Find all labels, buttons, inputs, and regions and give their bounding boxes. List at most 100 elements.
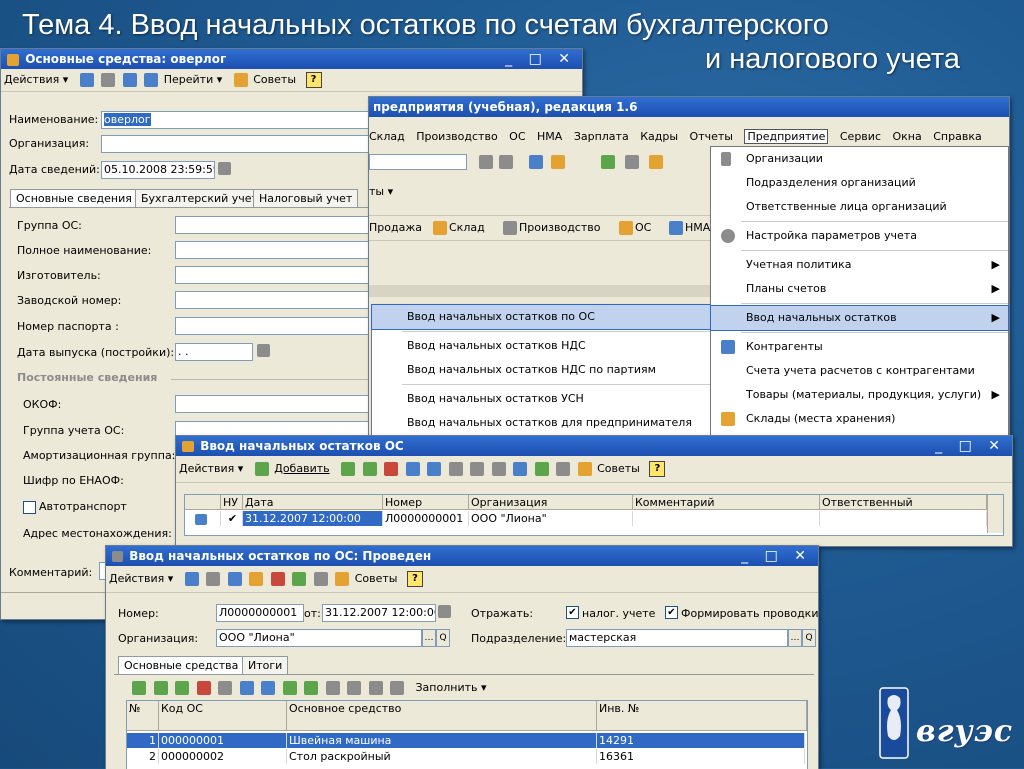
- window-controls[interactable]: _ □ ✕: [741, 546, 812, 566]
- dropdown-item-warehouses[interactable]: Склады (места хранения): [711, 407, 1008, 431]
- number-field[interactable]: Л0000000001: [216, 604, 304, 622]
- main-titlebar[interactable]: предприятия (учебная), редакция 1.6: [369, 97, 1009, 117]
- toolbar-icon[interactable]: [601, 155, 615, 169]
- search-icon[interactable]: Q: [802, 629, 816, 647]
- add-row-icon[interactable]: [132, 681, 146, 695]
- copy-row-icon[interactable]: [153, 681, 168, 695]
- filter-icon[interactable]: [448, 462, 463, 476]
- menu-os[interactable]: ОС: [509, 130, 525, 143]
- move-up-icon[interactable]: [239, 681, 254, 695]
- scrollbar[interactable]: [987, 495, 1003, 533]
- edit-row-icon[interactable]: [175, 681, 189, 695]
- toolbar-icon[interactable]: [479, 155, 493, 169]
- toolbar-icon[interactable]: [529, 155, 543, 169]
- menu-service[interactable]: Сервис: [840, 130, 881, 143]
- tab-tax[interactable]: Налоговый учет: [253, 189, 359, 207]
- sort-asc-icon[interactable]: [282, 681, 297, 695]
- fixed-asset-titlebar[interactable]: Основные средства: оверлог _ □ ✕: [1, 49, 582, 69]
- filter-clear-icon[interactable]: [390, 681, 404, 695]
- column-header-asset[interactable]: Основное средство: [287, 701, 597, 731]
- balances-list-titlebar[interactable]: Ввод начальных остатков ОС _ □ ✕: [176, 436, 1012, 456]
- delete-row-icon[interactable]: [196, 681, 211, 695]
- column-header-icon[interactable]: [185, 495, 221, 510]
- tb2-sales[interactable]: Продажа: [369, 216, 422, 240]
- dropdown-item-settings[interactable]: Настройка параметров учета: [711, 224, 1008, 248]
- arrow-icon[interactable]: [79, 73, 94, 87]
- tips-button[interactable]: Советы: [355, 566, 398, 592]
- delete-icon[interactable]: [384, 462, 399, 476]
- report-icon[interactable]: [556, 462, 571, 476]
- table-row[interactable]: 1 000000001 Швейная машина 14291: [127, 733, 805, 748]
- from-field[interactable]: 31.12.2007 12:00:00: [322, 604, 436, 622]
- column-header-comment[interactable]: Комментарий: [633, 495, 820, 510]
- dept-field[interactable]: мастерская: [566, 629, 788, 647]
- dropdown-item-organizations[interactable]: Организации: [711, 147, 1008, 171]
- unpost-icon[interactable]: [270, 572, 285, 586]
- dropdown-item-charts[interactable]: Планы счетов ▶: [711, 277, 1008, 301]
- toolbar-combo[interactable]: [369, 154, 467, 170]
- dropdown-item-responsible[interactable]: Ответственные лица организаций: [711, 195, 1008, 219]
- refresh-icon[interactable]: [513, 462, 528, 476]
- calendar-icon[interactable]: [257, 344, 270, 357]
- goto-menu[interactable]: Перейти ▾: [164, 69, 223, 91]
- release-date-field[interactable]: . .: [175, 343, 253, 361]
- dropdown-item-goods[interactable]: Товары (материалы, продукция, услуги) ▶: [711, 383, 1008, 407]
- dropdown-item-departments[interactable]: Подразделения организаций: [711, 171, 1008, 195]
- menu-enterprise[interactable]: Предприятие: [744, 129, 829, 144]
- filter-icon[interactable]: [347, 681, 361, 695]
- tips-button[interactable]: Советы: [597, 456, 640, 482]
- column-header-n[interactable]: №: [127, 701, 159, 731]
- balances-document-titlebar[interactable]: Ввод начальных остатков по ОС: Проведен …: [106, 546, 818, 566]
- column-header-inv[interactable]: Инв. №: [597, 701, 807, 731]
- toolbar-icon[interactable]: [499, 155, 513, 169]
- help-icon[interactable]: ?: [407, 571, 423, 587]
- edit-icon[interactable]: [362, 462, 377, 476]
- movements-icon[interactable]: [292, 572, 307, 586]
- post-checkbox[interactable]: ✔: [665, 606, 678, 619]
- date-field[interactable]: 05.10.2008 23:59:59: [101, 161, 215, 179]
- window-controls[interactable]: _ □ ✕: [935, 436, 1006, 456]
- tab-totals[interactable]: Итоги: [242, 656, 289, 674]
- tb2-nma[interactable]: НМА: [685, 216, 710, 240]
- select-button[interactable]: …: [788, 629, 802, 647]
- submenu-item-vat-batches[interactable]: Ввод начальных остатков НДС по партиям: [372, 358, 710, 382]
- actions-menu[interactable]: Действия ▾: [179, 456, 243, 482]
- table-row[interactable]: 2 000000002 Стол раскройный 16361: [127, 749, 805, 764]
- refresh-icon[interactable]: [206, 572, 221, 586]
- filter-clear-icon[interactable]: [491, 462, 506, 476]
- report-icon[interactable]: [313, 572, 328, 586]
- copy-icon[interactable]: [341, 462, 356, 476]
- column-header-number[interactable]: Номер: [383, 495, 469, 510]
- menu-nma[interactable]: НМА: [537, 130, 562, 143]
- column-header-org[interactable]: Организация: [469, 495, 633, 510]
- menu-warehouse[interactable]: Склад: [369, 130, 405, 143]
- post-icon[interactable]: [249, 572, 264, 586]
- menu-reports[interactable]: Отчеты: [690, 130, 733, 143]
- tips-button[interactable]: Советы: [253, 69, 296, 91]
- tb2-warehouse[interactable]: Склад: [449, 216, 485, 240]
- column-header-date[interactable]: Дата: [243, 495, 383, 510]
- interval-icon[interactable]: [405, 462, 420, 476]
- column-header-nu[interactable]: НУ: [221, 495, 243, 510]
- dropdown-item-settlement-accounts[interactable]: Счета учета расчетов с контрагентами: [711, 359, 1008, 383]
- submenu-item-vat[interactable]: Ввод начальных остатков НДС: [372, 334, 710, 358]
- window-controls[interactable]: _ □ ✕: [505, 49, 576, 69]
- fill-button[interactable]: Заполнить ▾: [416, 678, 487, 698]
- menu-windows[interactable]: Окна: [893, 130, 922, 143]
- auto-checkbox[interactable]: [23, 501, 36, 514]
- goto-icon[interactable]: [144, 73, 159, 87]
- column-header-responsible[interactable]: Ответственный: [820, 495, 987, 510]
- filter-list-icon[interactable]: [470, 462, 485, 476]
- submenu-item-entrepreneur[interactable]: Ввод начальных остатков для предпринимат…: [372, 411, 710, 435]
- structure-icon[interactable]: [122, 73, 137, 87]
- move-down-icon[interactable]: [261, 681, 275, 695]
- select-icon[interactable]: [325, 681, 340, 695]
- org-field[interactable]: ООО "Лиона": [216, 629, 422, 647]
- search-icon[interactable]: Q: [436, 629, 450, 647]
- end-edit-icon[interactable]: [218, 681, 232, 695]
- tab-fixed-assets[interactable]: Основные средства: [118, 656, 245, 674]
- calendar-icon[interactable]: [438, 605, 451, 618]
- arrow-icon[interactable]: [184, 572, 199, 586]
- panel-label[interactable]: ты ▾: [369, 185, 393, 198]
- table-row[interactable]: ✔ 31.12.2007 12:00:00 Л0000000001 ООО "Л…: [185, 511, 987, 526]
